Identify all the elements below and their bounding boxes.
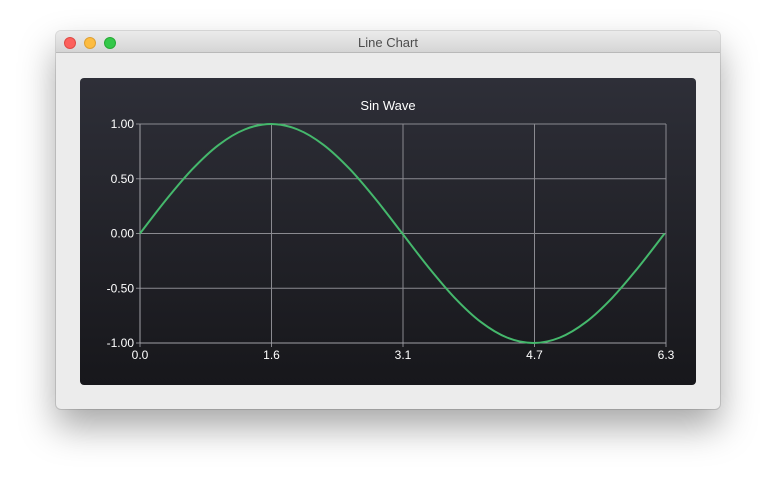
title-bar[interactable]: Line Chart bbox=[56, 31, 720, 53]
chart-panel: Sin Wave 0.0 1.6 3.1 4.7 6.3 1.00 0.50 0.00 -0.5… bbox=[80, 78, 696, 385]
tick-labels: 0.0 1.6 3.1 4.7 6.3 1.00 0.50 0.00 -0.50 -1.00 bbox=[107, 117, 675, 362]
window-title: Line Chart bbox=[358, 35, 418, 50]
x-tick-label: 4.7 bbox=[526, 348, 543, 362]
x-tick-label: 3.1 bbox=[395, 348, 412, 362]
y-tick-label: 1.00 bbox=[111, 117, 135, 131]
x-tick-label: 1.6 bbox=[263, 348, 280, 362]
chart-title: Sin Wave bbox=[360, 98, 415, 113]
y-tick-label: -0.50 bbox=[107, 281, 135, 295]
line-chart: Sin Wave 0.0 1.6 3.1 4.7 6.3 1.00 0.50 0.00 -0.5… bbox=[107, 98, 675, 362]
x-tick-label: 0.0 bbox=[132, 348, 149, 362]
x-tick-label: 6.3 bbox=[658, 348, 675, 362]
app-window: Line Chart Sin Wave 0.0 1.6 3.1 4.7 6.3 1.00 0… bbox=[56, 31, 720, 409]
y-tick-label: -1.00 bbox=[107, 336, 135, 350]
y-tick-label: 0.00 bbox=[111, 227, 135, 241]
axes bbox=[136, 123, 667, 347]
y-tick-label: 0.50 bbox=[111, 172, 135, 186]
